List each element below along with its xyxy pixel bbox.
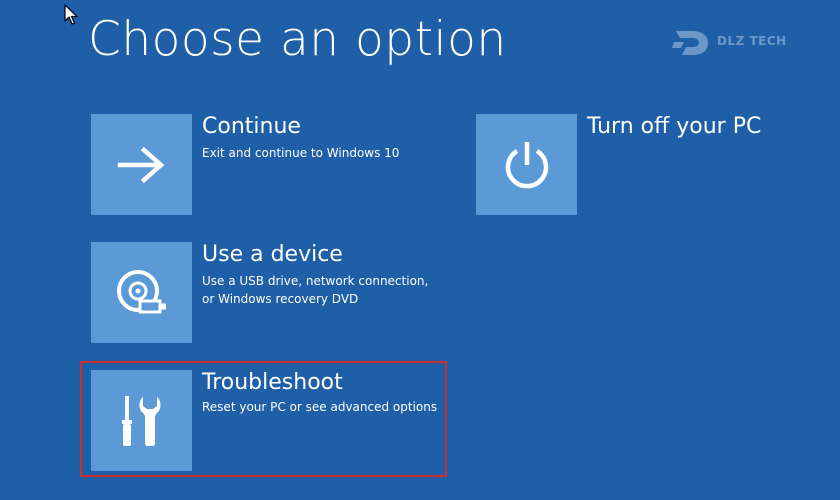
tools-icon (121, 395, 161, 446)
option-turn-off-tile[interactable] (476, 114, 577, 215)
power-icon (505, 141, 548, 188)
watermark-logo: DLZ TECH (672, 25, 796, 61)
option-use-device-description-line-2: or Windows recovery DVD (202, 292, 359, 306)
option-continue[interactable]: Continue Exit and continue to Windows 10 (91, 114, 421, 215)
option-continue-description: Exit and continue to Windows 10 (202, 144, 399, 162)
disc-drive-icon (116, 269, 166, 313)
option-troubleshoot-tile[interactable] (91, 370, 192, 471)
option-troubleshoot-description-line: Reset your PC or see advanced options (202, 400, 438, 414)
option-use-device[interactable]: Use a device Use a USB drive, network co… (91, 242, 431, 343)
watermark-text: DLZ TECH (717, 34, 787, 48)
option-use-device-description: Use a USB drive, network connection, or … (202, 272, 428, 308)
option-continue-title: Continue (202, 114, 301, 139)
option-use-device-description-line-1: Use a USB drive, network connection, (202, 274, 429, 288)
option-troubleshoot-description: Reset your PC or see advanced options (202, 398, 437, 416)
option-troubleshoot-title: Troubleshoot (202, 370, 343, 395)
option-use-device-tile[interactable] (91, 242, 192, 343)
watermark-d-icon (672, 31, 708, 55)
option-continue-tile[interactable] (91, 114, 192, 215)
mouse-cursor-icon (64, 4, 78, 25)
option-continue-description-line: Exit and continue to Windows 10 (202, 146, 400, 160)
option-turn-off[interactable]: Turn off your PC (476, 114, 761, 215)
option-troubleshoot[interactable]: Troubleshoot Reset your PC or see advanc… (91, 370, 441, 471)
option-use-device-title: Use a device (202, 242, 343, 267)
page-title: Choose an option (88, 12, 507, 67)
arrow-right-icon (117, 146, 164, 183)
option-turn-off-title: Turn off your PC (587, 114, 762, 139)
